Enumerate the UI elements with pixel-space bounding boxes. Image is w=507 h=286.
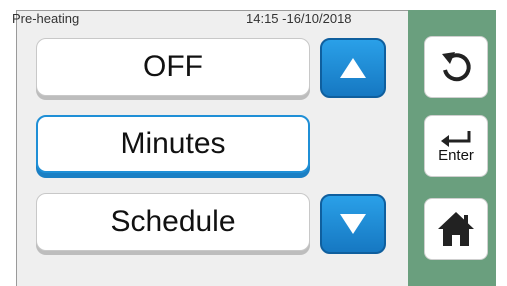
arrow-down-icon bbox=[340, 214, 366, 234]
status-title: Pre-heating bbox=[12, 11, 80, 26]
home-button[interactable] bbox=[424, 198, 488, 260]
enter-arrow-icon bbox=[441, 130, 471, 147]
undo-icon bbox=[442, 52, 471, 82]
status-datetime: 14:15 -16/10/2018 bbox=[246, 11, 352, 26]
scroll-up-button[interactable] bbox=[320, 38, 386, 98]
home-icon bbox=[438, 212, 474, 246]
option-off-button[interactable]: OFF bbox=[36, 38, 310, 96]
option-minutes-button[interactable]: Minutes bbox=[36, 115, 310, 173]
option-schedule-button[interactable]: Schedule bbox=[36, 193, 310, 251]
scroll-down-button[interactable] bbox=[320, 194, 386, 254]
arrow-up-icon bbox=[340, 58, 366, 78]
enter-button[interactable]: Enter bbox=[424, 115, 488, 177]
enter-label: Enter bbox=[438, 146, 474, 164]
back-button[interactable] bbox=[424, 36, 488, 98]
